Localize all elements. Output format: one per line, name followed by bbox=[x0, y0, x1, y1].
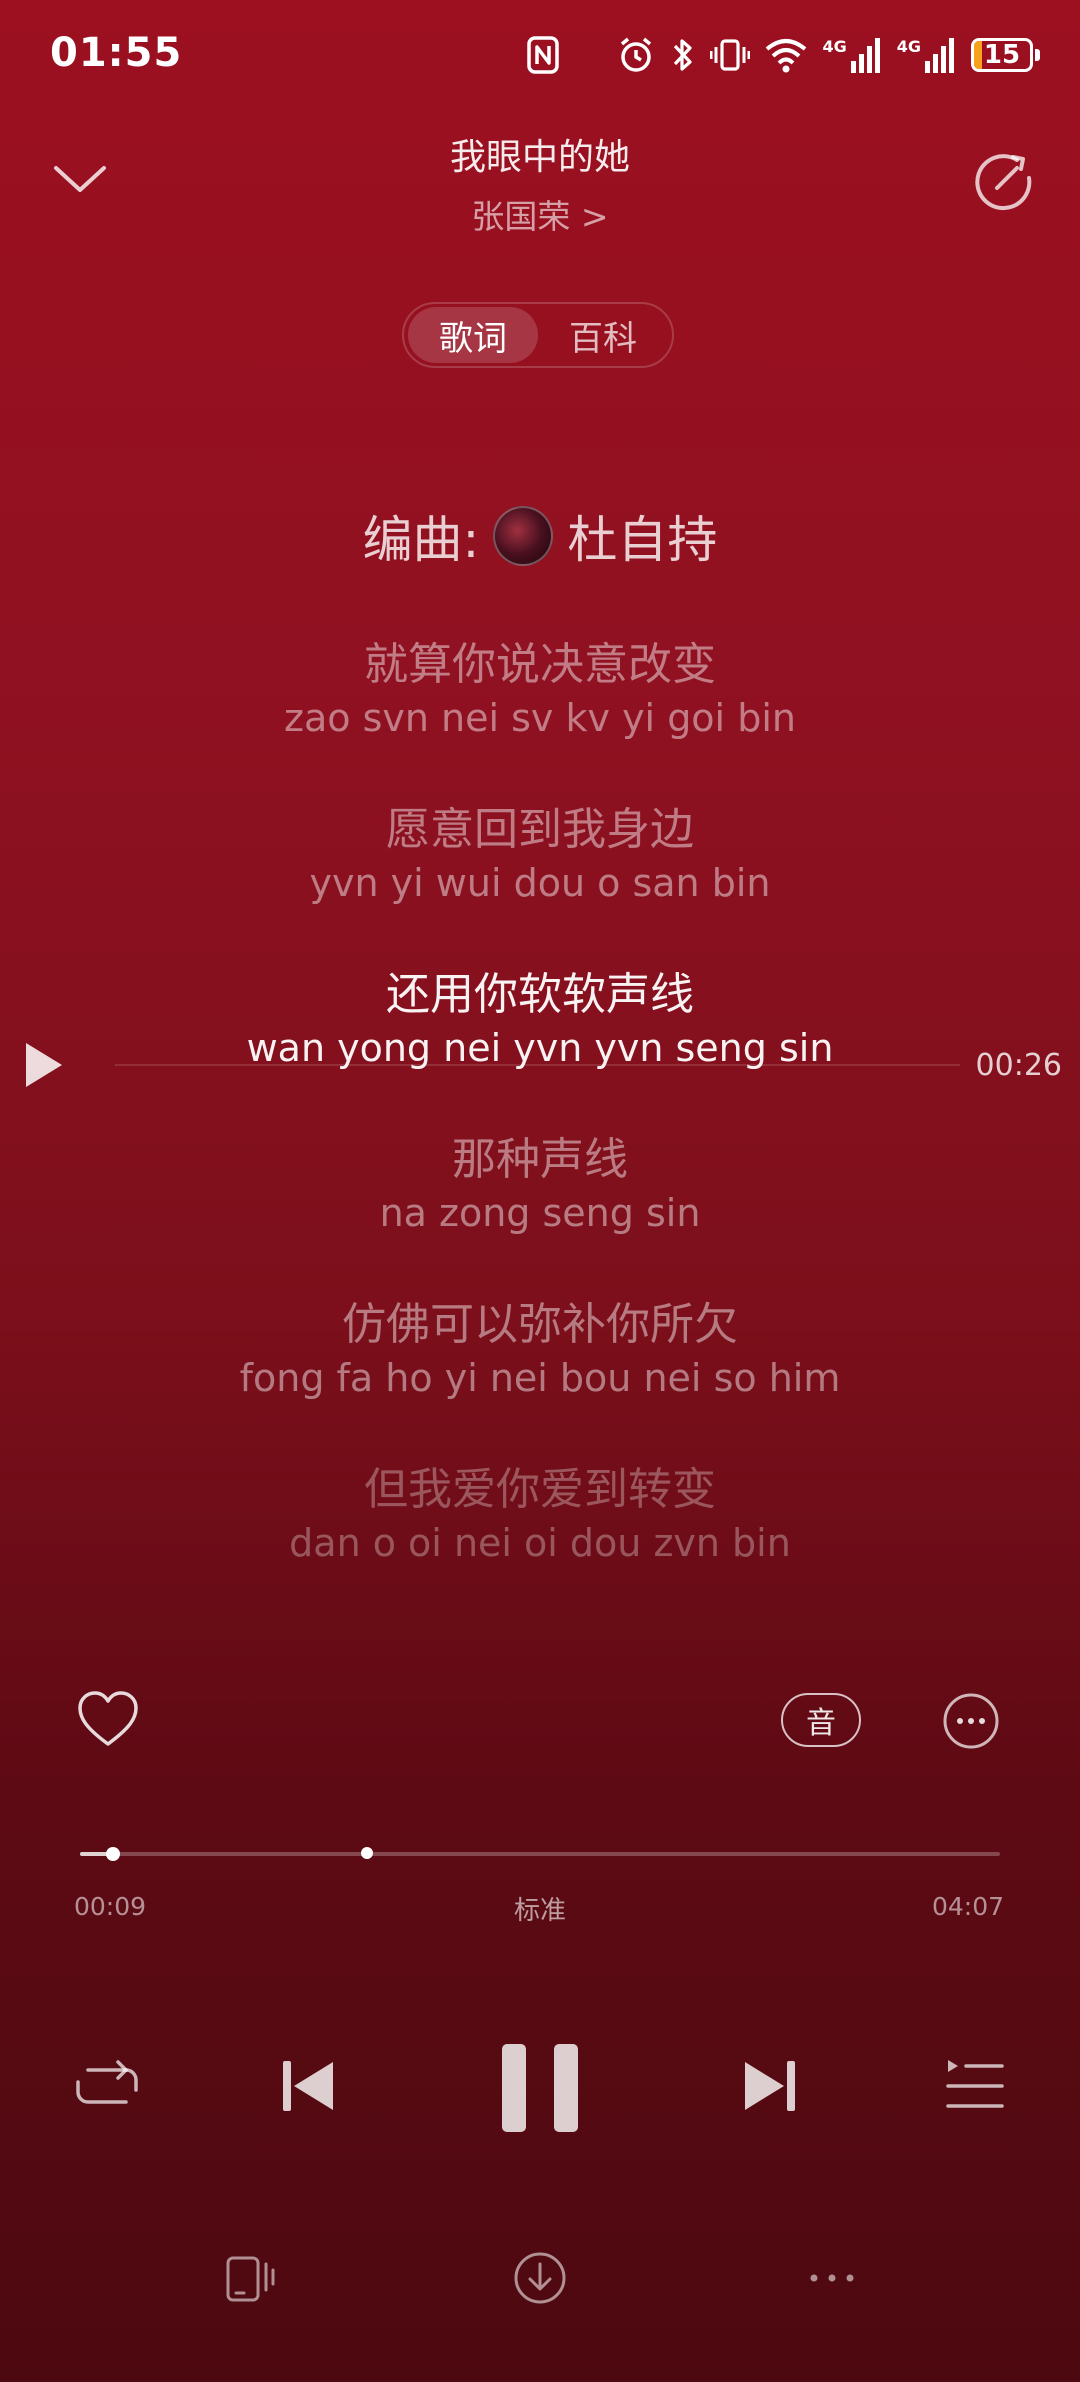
seek-line bbox=[115, 1064, 960, 1066]
lyric-tabs: 歌词 百科 bbox=[402, 302, 674, 368]
lyric-romanization: zao svn nei sv kv yi goi bin bbox=[284, 696, 796, 740]
previous-icon bbox=[283, 2061, 333, 2111]
artist-link[interactable]: 张国荣 > bbox=[0, 190, 1080, 238]
next-button[interactable] bbox=[742, 2058, 798, 2114]
sound-effect-button[interactable]: 音 bbox=[781, 1693, 861, 1747]
lyric-romanization: fong fa ho yi nei bou nei so him bbox=[239, 1356, 841, 1400]
progress-track[interactable] bbox=[80, 1852, 1000, 1856]
quality-label[interactable]: 标准 bbox=[0, 1890, 1080, 1927]
nfc-icon bbox=[527, 36, 560, 74]
network-type-2: 4G bbox=[896, 37, 921, 56]
lyric-text: 就算你说决意改变 bbox=[364, 639, 716, 690]
share-button[interactable] bbox=[973, 150, 1035, 212]
repeat-button[interactable] bbox=[74, 2056, 140, 2116]
more-horizontal-icon bbox=[810, 2274, 854, 2282]
signal-icon: 4G bbox=[822, 37, 882, 73]
network-type-1: 4G bbox=[822, 37, 847, 56]
lyric-line[interactable]: 仿佛可以弥补你所欠 fong fa ho yi nei bou nei so h… bbox=[0, 1288, 1080, 1400]
lyric-line[interactable]: 就算你说决意改变 zao svn nei sv kv yi goi bin bbox=[0, 628, 1080, 740]
seek-time: 00:26 bbox=[975, 1048, 1062, 1083]
battery-fill bbox=[974, 41, 983, 69]
lyric-text: 仿佛可以弥补你所欠 bbox=[342, 1299, 738, 1350]
lyric-text: 那种声线 bbox=[452, 1134, 628, 1185]
device-button[interactable] bbox=[224, 2252, 278, 2306]
bottom-more-button[interactable] bbox=[806, 2266, 858, 2290]
song-title: 我眼中的她 bbox=[449, 137, 630, 178]
pause-icon bbox=[502, 2044, 578, 2132]
credit-name[interactable]: 杜自持 bbox=[567, 500, 717, 572]
lyric-romanization: na zong seng sin bbox=[379, 1191, 701, 1235]
wifi-icon bbox=[766, 39, 807, 73]
arranger-avatar[interactable] bbox=[493, 506, 554, 566]
repeat-icon bbox=[76, 2060, 138, 2104]
download-icon bbox=[514, 2252, 566, 2304]
lyric-romanization: yvn yi wui dou o san bin bbox=[309, 861, 771, 905]
status-time: 01:55 bbox=[50, 30, 183, 76]
lyric-line[interactable]: 但我爱你爱到转变 dan o oi nei oi dou zvn bin bbox=[0, 1453, 1080, 1565]
battery-icon: 15 bbox=[971, 38, 1040, 72]
total-time: 04:07 bbox=[931, 1892, 1004, 1921]
lyric-text: 还用你软软声线 bbox=[386, 969, 694, 1020]
signal-icon-2: 4G bbox=[897, 37, 957, 73]
lyric-line-current[interactable]: 还用你软软声线 wan yong nei yvn yvn seng sin bbox=[0, 958, 1080, 1070]
status-icons: 4G 4G 15 bbox=[526, 30, 1040, 80]
vibrate-icon bbox=[710, 39, 751, 71]
highlight-marker[interactable] bbox=[361, 1847, 373, 1859]
bluetooth-icon bbox=[674, 39, 693, 71]
share-icon bbox=[975, 154, 1032, 211]
lyric-line[interactable]: 愿意回到我身边 yvn yi wui dou o san bin bbox=[0, 793, 1080, 905]
heart-icon bbox=[78, 1691, 138, 1746]
credit-label: 编曲: bbox=[362, 511, 480, 569]
tab-wiki[interactable]: 百科 bbox=[538, 307, 668, 363]
playlist-button[interactable] bbox=[944, 2056, 1004, 2116]
lyric-text: 但我爱你爱到转变 bbox=[364, 1464, 716, 1515]
download-button[interactable] bbox=[512, 2250, 568, 2306]
lyric-line[interactable]: 那种声线 na zong seng sin bbox=[0, 1123, 1080, 1235]
tab-lyrics[interactable]: 歌词 bbox=[408, 307, 538, 363]
more-options-button[interactable] bbox=[942, 1692, 1000, 1750]
battery-level: 15 bbox=[983, 40, 1021, 70]
lyric-text: 愿意回到我身边 bbox=[386, 804, 694, 855]
alarm-icon bbox=[621, 37, 652, 72]
next-icon bbox=[745, 2061, 795, 2111]
seek-play-button[interactable] bbox=[22, 1040, 66, 1090]
lyric-romanization: dan o oi nei oi dou zvn bin bbox=[289, 1521, 791, 1565]
playlist-icon bbox=[946, 2060, 1004, 2108]
pause-button[interactable] bbox=[502, 2044, 578, 2132]
progress-thumb[interactable] bbox=[106, 1847, 121, 1861]
play-icon bbox=[26, 1043, 62, 1087]
previous-button[interactable] bbox=[280, 2058, 336, 2114]
more-icon bbox=[943, 1693, 999, 1749]
arranger-credit: 编曲: 杜自持 bbox=[0, 500, 1080, 572]
like-button[interactable] bbox=[76, 1690, 140, 1750]
device-icon bbox=[226, 2256, 275, 2302]
